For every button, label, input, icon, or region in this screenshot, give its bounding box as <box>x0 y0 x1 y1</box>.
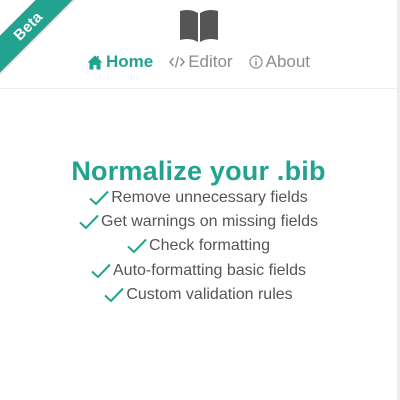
home-icon <box>87 55 103 70</box>
feature-item: Check formatting <box>0 234 397 258</box>
page: Home Editor About Beta Normalize your .b… <box>0 0 400 400</box>
nav-home[interactable]: Home <box>87 52 153 72</box>
nav-home-label: Home <box>105 52 154 71</box>
feature-text: Check formatting <box>149 237 270 255</box>
check-icon <box>79 214 99 230</box>
nav-about-label: About <box>265 52 311 71</box>
header: Home Editor About <box>0 0 397 89</box>
code-icon <box>169 55 186 69</box>
check-icon <box>91 263 111 279</box>
feature-text: Auto-formatting basic fields <box>113 261 306 279</box>
feature-list: Remove unnecessary fields Get warnings o… <box>0 186 397 307</box>
nav-editor[interactable]: Editor <box>169 52 233 72</box>
open-book-icon[interactable] <box>179 9 219 43</box>
feature-item: Remove unnecessary fields <box>0 186 397 210</box>
feature-item: Get warnings on missing fields <box>0 210 397 234</box>
check-icon <box>127 238 147 254</box>
main-nav: Home Editor About <box>0 51 397 73</box>
feature-text: Remove unnecessary fields <box>111 189 308 207</box>
nav-about[interactable]: About <box>249 52 310 72</box>
info-icon <box>249 55 263 69</box>
check-icon <box>104 287 125 303</box>
feature-text: Custom validation rules <box>126 285 293 303</box>
check-icon <box>89 190 109 206</box>
feature-text: Get warnings on missing fields <box>101 213 318 231</box>
nav-editor-label: Editor <box>188 52 233 71</box>
page-title: Normalize your .bib <box>71 156 326 187</box>
feature-item: Auto-formatting basic fields <box>0 259 397 283</box>
feature-item: Custom validation rules <box>0 283 397 307</box>
